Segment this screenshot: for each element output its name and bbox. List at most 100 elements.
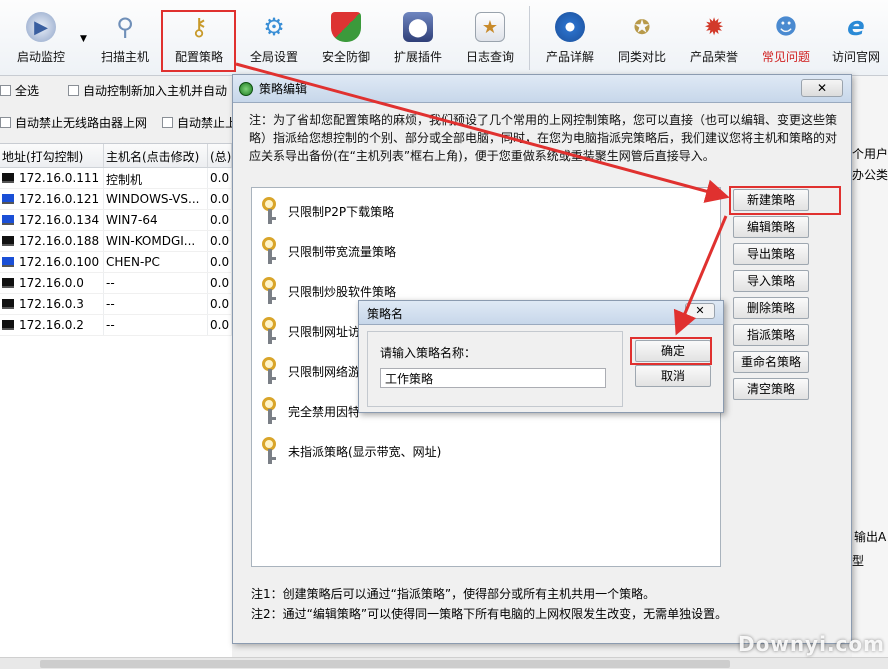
host-total-cell: 0.0: [208, 168, 232, 188]
policy-item[interactable]: 只限制带宽流量策略: [260, 236, 396, 266]
host-table: 地址(打勾控制) 主机名(点击修改) (总) 172.16.0.111 控制机 0.…: [0, 143, 232, 657]
host-name-cell[interactable]: WIN-KOMDGI...: [104, 231, 208, 251]
extensions-button[interactable]: ⬤ 扩展插件: [384, 8, 452, 70]
host-ip-cell[interactable]: 172.16.0.134: [0, 210, 104, 230]
key-icon: [260, 437, 280, 465]
users-icon: ☻: [774, 14, 798, 40]
table-row[interactable]: 172.16.0.3 -- 0.0: [0, 294, 232, 315]
block-wifi-checkbox[interactable]: 自动禁止无线路由器上网: [0, 114, 147, 131]
host-ip-cell[interactable]: 172.16.0.0: [0, 273, 104, 293]
host-name-cell[interactable]: CHEN-PC: [104, 252, 208, 272]
policy-item[interactable]: 未指派策略(显示带宽、网址): [260, 436, 441, 466]
host-ip-cell[interactable]: 172.16.0.121: [0, 189, 104, 209]
dialog-title: 策略编辑: [259, 82, 308, 96]
table-row[interactable]: 172.16.0.134 WIN7-64 0.0: [0, 210, 232, 231]
table-row[interactable]: 172.16.0.2 -- 0.0: [0, 315, 232, 336]
security-defense-button[interactable]: 安全防御: [312, 8, 380, 70]
export-button-partial[interactable]: 输出A: [854, 528, 886, 545]
import-policy-button[interactable]: 导入策略: [733, 270, 809, 292]
host-ip-cell[interactable]: 172.16.0.3: [0, 294, 104, 314]
select-all-checkbox[interactable]: 全选: [0, 82, 39, 99]
name-dialog-group: 请输入策略名称：: [367, 331, 623, 407]
award-icon: ✹: [703, 13, 725, 41]
main-toolbar: ▶ 启动监控 ▼ ⚲ 扫描主机 ⚷ 配置策略 ⚙ 全局设置 安全防御 ⬤ 扩展插…: [0, 0, 888, 76]
monitor-icon: [2, 173, 14, 183]
medals-icon: ✪: [633, 15, 651, 39]
rename-policy-button[interactable]: 重命名策略: [733, 351, 809, 373]
policy-name-input[interactable]: [380, 368, 606, 388]
assign-policy-button[interactable]: 指派策略: [733, 324, 809, 346]
cancel-button[interactable]: 取消: [635, 365, 711, 387]
start-monitor-button[interactable]: ▶ 启动监控: [8, 8, 74, 70]
host-ip-cell[interactable]: 172.16.0.2: [0, 315, 104, 335]
host-total-cell: 0.0: [208, 252, 232, 272]
policy-item[interactable]: 只限制P2P下载策略: [260, 196, 394, 226]
faq-button[interactable]: ☻ 常见问题: [752, 8, 820, 70]
scan-hosts-button[interactable]: ⚲ 扫描主机: [92, 8, 158, 70]
column-header-hostname[interactable]: 主机名(点击修改): [104, 144, 208, 167]
column-header-total[interactable]: (总): [208, 144, 232, 167]
auto-block-checkbox[interactable]: 自动禁止上: [162, 114, 237, 131]
host-total-cell: 0.0: [208, 189, 232, 209]
delete-policy-button[interactable]: 删除策略: [733, 297, 809, 319]
close-icon[interactable]: ✕: [685, 303, 715, 319]
watermark: Downyi.com: [738, 632, 885, 656]
compare-button[interactable]: ✪ 同类对比: [608, 8, 676, 70]
edit-policy-button[interactable]: 编辑策略: [733, 216, 809, 238]
host-total-cell: 0.0: [208, 273, 232, 293]
table-header: 地址(打勾控制) 主机名(点击修改) (总): [0, 144, 232, 168]
key-icon: [260, 197, 280, 225]
column-header-address[interactable]: 地址(打勾控制): [0, 144, 104, 167]
close-icon[interactable]: ✕: [801, 79, 843, 97]
disc-icon: [555, 12, 585, 42]
table-row[interactable]: 172.16.0.121 WINDOWS-VS... 0.0: [0, 189, 232, 210]
host-name-cell[interactable]: WINDOWS-VS...: [104, 189, 208, 209]
export-policy-button[interactable]: 导出策略: [733, 243, 809, 265]
host-total-cell: 0.0: [208, 231, 232, 251]
global-settings-button[interactable]: ⚙ 全局设置: [240, 8, 308, 70]
users-column-header: 个用户: [852, 147, 888, 161]
host-name-cell[interactable]: --: [104, 294, 208, 314]
host-total-cell: 0.0: [208, 315, 232, 335]
app-icon: [239, 81, 253, 96]
footnote-1: 注1：创建策略后可以通过“指派策略”，使得部分或所有主机共用一个策略。: [251, 587, 656, 601]
policy-item[interactable]: 只限制网络游: [260, 356, 360, 386]
configure-policy-highlight: [161, 10, 236, 72]
host-name-cell[interactable]: --: [104, 315, 208, 335]
monitor-icon: [2, 278, 14, 288]
key-icon: [260, 277, 280, 305]
host-name-cell[interactable]: --: [104, 273, 208, 293]
horizontal-scrollbar[interactable]: [0, 657, 888, 669]
monitor-icon: [2, 194, 14, 204]
table-row[interactable]: 172.16.0.0 -- 0.0: [0, 273, 232, 294]
product-honors-button[interactable]: ✹ 产品荣誉: [680, 8, 748, 70]
host-ip-cell[interactable]: 172.16.0.188: [0, 231, 104, 251]
dialog-titlebar: 策略编辑 ✕: [233, 75, 851, 103]
clear-policy-button[interactable]: 清空策略: [733, 378, 809, 400]
toolbar-separator: [529, 6, 530, 70]
log-icon: ★: [475, 12, 505, 42]
table-row[interactable]: 172.16.0.111 控制机 0.0: [0, 168, 232, 189]
policy-item[interactable]: 完全禁用因特: [260, 396, 360, 426]
auto-control-checkbox[interactable]: 自动控制新加入主机并自动: [68, 82, 227, 99]
scrollbar-thumb[interactable]: [40, 660, 730, 668]
log-query-button[interactable]: ★ 日志查询: [456, 8, 524, 70]
new-policy-highlight: [729, 186, 841, 215]
shield-icon: [331, 12, 361, 42]
official-site-button[interactable]: e 访问官网: [824, 8, 888, 70]
key-icon: [260, 317, 280, 345]
host-ip-cell[interactable]: 172.16.0.100: [0, 252, 104, 272]
ok-highlight: [630, 337, 712, 365]
product-details-button[interactable]: 产品详解: [536, 8, 604, 70]
monitor-icon: [2, 257, 14, 267]
table-row[interactable]: 172.16.0.100 CHEN-PC 0.0: [0, 252, 232, 273]
chevron-down-icon[interactable]: ▼: [80, 34, 87, 44]
monitor-icon: [2, 320, 14, 330]
host-ip-cell[interactable]: 172.16.0.111: [0, 168, 104, 188]
host-name-cell[interactable]: 控制机: [104, 168, 208, 188]
key-icon: [260, 397, 280, 425]
name-dialog-title: 策略名: [359, 301, 723, 325]
policy-item[interactable]: 只限制网址访: [260, 316, 360, 346]
host-name-cell[interactable]: WIN7-64: [104, 210, 208, 230]
table-row[interactable]: 172.16.0.188 WIN-KOMDGI... 0.0: [0, 231, 232, 252]
